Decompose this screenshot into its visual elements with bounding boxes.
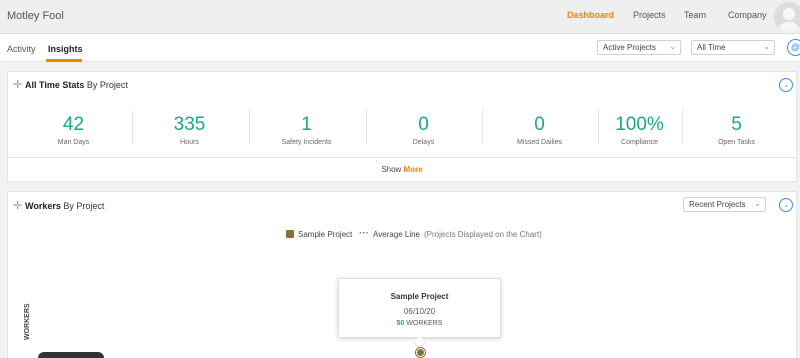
active-tab-indicator <box>46 59 82 62</box>
stat-hours: 335 Hours <box>173 114 206 146</box>
tooltip-workers: 50 WORKERS <box>396 320 443 327</box>
stat-open-tasks: 5 Open Tasks <box>718 114 755 146</box>
legend-note: (Projects Displayed on the Chart) <box>424 230 542 239</box>
chevron-down-icon: ⌄ <box>754 199 761 208</box>
panel-header: ✛ Workers By Project Recent Projects ⌄ ↓ <box>8 192 796 220</box>
tooltip-title: Sample Project <box>390 292 449 301</box>
time-filter-value: All Time <box>697 43 726 52</box>
drag-handle-icon[interactable]: ✛ <box>13 201 22 212</box>
all-time-stats-panel: ✛ All Time Stats By Project ↓ 42 Man Day… <box>7 71 797 182</box>
legend-average-line[interactable]: Average Line <box>373 230 420 239</box>
tab-activity[interactable]: Activity <box>7 44 36 54</box>
tab-insights[interactable]: Insights <box>48 44 83 54</box>
time-filter-select[interactable]: All Time ⌄ <box>691 40 775 55</box>
stat-safety-incidents: 1 Safety Incidents <box>281 114 332 146</box>
download-icon[interactable]: ↓ <box>779 78 793 92</box>
project-filter-value: Active Projects <box>603 43 656 52</box>
company-name: Motley Fool <box>7 10 64 22</box>
download-icon[interactable]: ↓ <box>779 198 793 212</box>
help-circle-icon[interactable]: @ <box>787 39 800 56</box>
drag-handle-icon[interactable]: ✛ <box>13 80 22 91</box>
legend-swatch-sample-project <box>286 230 294 238</box>
project-filter-select[interactable]: Active Projects ⌄ <box>597 40 681 55</box>
panel-header: ✛ All Time Stats By Project ↓ <box>8 72 796 98</box>
legend-average-line-icon: ··· <box>359 228 369 239</box>
top-navigation-bar: Motley Fool Dashboard Projects Team Comp… <box>0 0 800 34</box>
recent-projects-value: Recent Projects <box>689 200 746 209</box>
floating-toolbar[interactable] <box>38 352 104 358</box>
recent-projects-select[interactable]: Recent Projects ⌄ <box>683 197 766 212</box>
tooltip-date: 06/10/20 <box>403 307 436 316</box>
panel-title: Workers By Project <box>25 201 105 211</box>
stat-delays: 0 Delays <box>412 114 435 146</box>
panel-title: All Time Stats By Project <box>25 80 128 90</box>
nav-projects[interactable]: Projects <box>633 10 666 20</box>
chart-tooltip: Sample Project 06/10/20 50 WORKERS <box>338 278 501 338</box>
chevron-down-icon: ⌄ <box>763 42 770 51</box>
nav-team[interactable]: Team <box>684 10 706 20</box>
chart-data-point[interactable] <box>416 348 425 357</box>
nav-company[interactable]: Company <box>728 10 767 20</box>
sub-navigation-bar: Activity Insights Active Projects ⌄ All … <box>0 34 800 62</box>
stat-man-days: 42 Man Days <box>57 114 90 146</box>
show-more-link[interactable]: Show More <box>8 157 796 179</box>
y-axis-label: WORKERS <box>24 303 31 340</box>
stat-missed-dailies: 0 Missed Dailies <box>516 114 563 146</box>
user-avatar[interactable] <box>774 2 800 32</box>
nav-dashboard[interactable]: Dashboard <box>567 10 614 20</box>
chevron-down-icon: ⌄ <box>669 42 676 51</box>
legend-sample-project[interactable]: Sample Project <box>298 230 352 239</box>
